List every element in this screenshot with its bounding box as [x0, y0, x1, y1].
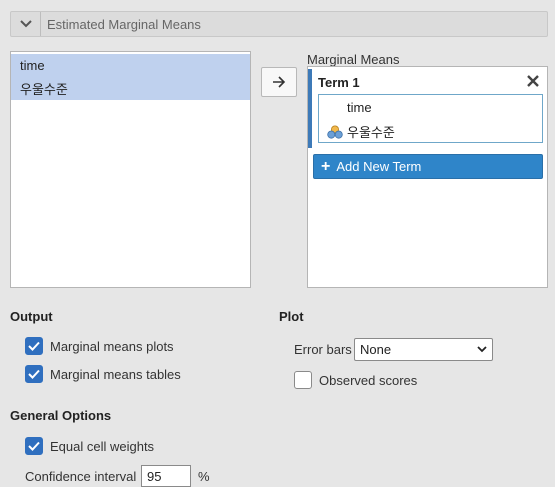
term-item-time[interactable]: time: [347, 100, 372, 115]
term-1[interactable]: Term 1 time 우울수준: [308, 69, 547, 148]
observed-scores-label: Observed scores: [319, 372, 418, 388]
nominal-variable-icon: [327, 125, 343, 139]
error-bars-value: None: [360, 342, 392, 357]
equal-cell-weights-option[interactable]: Equal cell weights: [25, 437, 154, 455]
checkmark-icon: [28, 441, 40, 451]
percent-unit: %: [198, 469, 210, 484]
section-title: Estimated Marginal Means: [47, 16, 201, 32]
term-title: Term 1: [318, 75, 360, 90]
error-bars-select[interactable]: None: [354, 338, 493, 361]
arrow-right-icon: [273, 76, 286, 88]
marginal-means-tables-option[interactable]: Marginal means tables: [25, 365, 181, 383]
add-new-term-label: Add New Term: [336, 159, 422, 174]
equal-cell-weights-label: Equal cell weights: [50, 438, 155, 454]
marginal-means-box[interactable]: Term 1 time 우울수준 + Add New Term: [307, 66, 548, 288]
marginal-means-plots-option[interactable]: Marginal means plots: [25, 337, 174, 355]
marginal-means-label: Marginal Means: [307, 52, 400, 67]
output-title: Output: [10, 309, 53, 324]
add-new-term-button[interactable]: + Add New Term: [313, 154, 543, 179]
observed-scores-option[interactable]: Observed scores: [294, 371, 417, 389]
marginal-means-plots-checkbox[interactable]: [25, 337, 43, 355]
term-item-label: time: [347, 100, 372, 115]
marginal-means-tables-checkbox[interactable]: [25, 365, 43, 383]
error-bars-text: Error bars: [294, 342, 352, 357]
checkmark-icon: [28, 369, 40, 379]
variable-item-time[interactable]: time: [11, 54, 250, 77]
confidence-interval-input[interactable]: 95: [141, 465, 191, 487]
general-options-title: General Options: [10, 408, 112, 423]
variable-item-depression-level[interactable]: 우울수준: [11, 77, 250, 100]
section-header-estimated-marginal-means[interactable]: Estimated Marginal Means: [10, 11, 548, 37]
variable-list[interactable]: time 우울수준: [10, 51, 251, 288]
move-right-button[interactable]: [261, 67, 297, 97]
plus-icon: +: [321, 157, 331, 175]
checkmark-icon: [28, 341, 40, 351]
marginal-means-plots-label: Marginal means plots: [50, 338, 174, 354]
confidence-interval-label: Confidence interval: [25, 469, 136, 484]
marginal-means-tables-label: Marginal means tables: [50, 366, 181, 382]
observed-scores-checkbox[interactable]: [294, 371, 312, 389]
equal-cell-weights-checkbox[interactable]: [25, 437, 43, 455]
error-bars-label: Error bars: [294, 342, 352, 357]
confidence-interval-text: Confidence interval: [25, 469, 137, 484]
term-variables-box[interactable]: time 우울수준: [318, 94, 543, 143]
chevron-down-icon[interactable]: [11, 12, 41, 36]
term-item-label: 우울수준: [347, 125, 395, 140]
close-icon[interactable]: [526, 74, 540, 88]
plot-title: Plot: [279, 309, 304, 324]
term-item-depression-level[interactable]: 우울수준: [327, 122, 395, 141]
percent-text: %: [198, 469, 210, 484]
chevron-down-icon: [477, 346, 487, 353]
